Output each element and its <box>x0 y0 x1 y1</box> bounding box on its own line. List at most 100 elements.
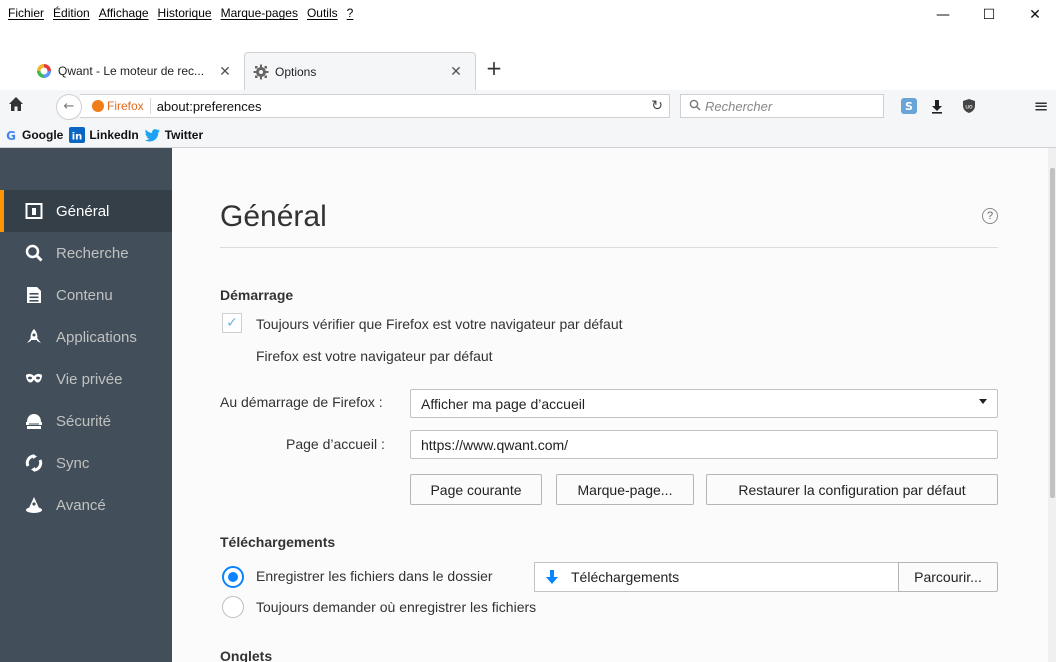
sidebar-item-label: Vie privée <box>56 370 123 388</box>
sidebar-item-label: Sécurité <box>56 412 112 430</box>
tab-qwant[interactable]: Qwant - Le moteur de rec... ✕ <box>28 52 244 90</box>
use-bookmark-button[interactable]: Marque-page... <box>556 474 694 505</box>
identity-label: Firefox <box>107 99 144 113</box>
minimize-button[interactable]: — <box>920 0 966 30</box>
restore-default-button[interactable]: Restaurer la configuration par défaut <box>706 474 998 505</box>
homepage-label: Page d’accueil : <box>286 436 385 452</box>
document-icon <box>24 286 44 304</box>
mask-icon <box>24 373 44 385</box>
svg-text:S: S <box>905 100 913 113</box>
menu-affichage[interactable]: Affichage <box>95 6 154 20</box>
download-folder-name: Téléchargements <box>571 569 680 585</box>
bookmark-label: Twitter <box>164 127 204 142</box>
nav-bar: Firefox about:preferences ↻ ← Rechercher… <box>0 90 1056 122</box>
twitter-bird-icon <box>144 128 161 142</box>
hamburger-menu-icon[interactable]: ≡ <box>1030 96 1052 117</box>
menu-items: Fichier Édition Affichage Historique Mar… <box>4 6 358 20</box>
tab-title: Qwant - Le moteur de rec... <box>58 64 205 78</box>
preferences-sidebar: Général Recherche Contenu Applications V… <box>0 148 172 662</box>
page-title: Général <box>220 200 327 233</box>
save-to-folder-radio[interactable] <box>222 566 244 588</box>
section-heading-downloads: Téléchargements <box>220 534 336 550</box>
sidebar-item-securite[interactable]: Sécurité <box>0 400 172 442</box>
sidebar-item-label: Sync <box>56 454 90 472</box>
identity-box[interactable]: Firefox <box>80 98 151 114</box>
sidebar-item-label: Applications <box>56 328 137 346</box>
scrollbar-thumb[interactable] <box>1050 168 1055 498</box>
help-icon[interactable]: ? <box>982 208 998 224</box>
sidebar-item-contenu[interactable]: Contenu <box>0 274 172 316</box>
check-default-label[interactable]: Toujours vérifier que Firefox est votre … <box>256 316 623 332</box>
menu-fichier[interactable]: Fichier <box>4 6 49 20</box>
firefox-icon <box>92 100 104 112</box>
sidebar-item-avance[interactable]: Avancé <box>0 484 172 526</box>
sidebar-item-recherche[interactable]: Recherche <box>0 232 172 274</box>
menu-outils[interactable]: Outils <box>303 6 343 20</box>
rocket-icon <box>24 328 44 346</box>
bookmark-label: LinkedIn <box>89 127 139 142</box>
preferences-pane: Général ? Démarrage ✓ Toujours vérifier … <box>172 148 1048 662</box>
search-placeholder: Rechercher <box>705 98 773 114</box>
home-icon[interactable] <box>8 96 24 117</box>
on-start-select[interactable]: Afficher ma page d’accueil <box>410 389 998 418</box>
url-bar[interactable]: Firefox about:preferences ↻ <box>80 94 670 118</box>
sidebar-item-sync[interactable]: Sync <box>0 442 172 484</box>
url-text[interactable]: about:preferences <box>151 99 262 114</box>
tab-strip: Qwant - Le moteur de rec... ✕ Options ✕ … <box>0 44 1056 90</box>
menu-help[interactable]: ? <box>343 6 359 20</box>
gear-icon <box>253 64 269 80</box>
search-icon <box>24 244 44 262</box>
download-arrow-icon <box>545 569 559 585</box>
qwant-favicon-icon <box>36 63 52 79</box>
bookmark-twitter[interactable]: Twitter <box>144 127 204 142</box>
menu-marque-pages[interactable]: Marque-pages <box>217 6 303 20</box>
new-tab-button[interactable]: + <box>482 56 506 80</box>
section-heading-startup: Démarrage <box>220 287 294 303</box>
menu-edition[interactable]: Édition <box>49 6 95 20</box>
wizard-icon <box>24 496 44 514</box>
divider <box>220 247 998 248</box>
homepage-input[interactable]: https://www.qwant.com/ <box>410 430 998 459</box>
menu-bar: Fichier Édition Affichage Historique Mar… <box>0 0 1056 44</box>
use-current-page-button[interactable]: Page courante <box>410 474 542 505</box>
tab-close-icon[interactable]: ✕ <box>447 63 465 80</box>
search-bar[interactable]: Rechercher <box>680 94 884 118</box>
sidebar-item-label: Recherche <box>56 244 129 262</box>
sidebar-item-general[interactable]: Général <box>0 190 172 232</box>
homepage-value: https://www.qwant.com/ <box>421 436 569 453</box>
menu-historique[interactable]: Historique <box>154 6 217 20</box>
sync-icon <box>24 454 44 472</box>
lock-icon <box>24 412 44 430</box>
reload-icon[interactable]: ↻ <box>651 98 663 114</box>
save-to-folder-label[interactable]: Enregistrer les fichiers dans le dossier <box>256 568 493 584</box>
section-heading-tabs: Onglets <box>220 648 273 662</box>
tab-options[interactable]: Options ✕ <box>244 52 476 90</box>
default-browser-status: Firefox est votre navigateur par défaut <box>256 348 493 364</box>
skype-extension-icon[interactable]: S <box>898 96 920 116</box>
close-window-button[interactable]: ✕ <box>1012 0 1056 30</box>
sidebar-item-vie-privee[interactable]: Vie privée <box>0 358 172 400</box>
browse-button[interactable]: Parcourir... <box>898 562 998 592</box>
check-default-checkbox[interactable]: ✓ <box>222 313 242 333</box>
chevron-down-icon <box>979 399 987 404</box>
always-ask-label[interactable]: Toujours demander où enregistrer les fic… <box>256 599 536 615</box>
general-icon <box>24 202 44 220</box>
always-ask-radio[interactable] <box>222 596 244 618</box>
tab-title: Options <box>275 64 317 79</box>
bookmark-label: Google <box>22 127 64 142</box>
on-start-label: Au démarrage de Firefox : <box>220 394 383 410</box>
ublock-shield-icon[interactable]: uo <box>958 96 980 116</box>
tab-close-icon[interactable]: ✕ <box>216 63 234 80</box>
bookmark-linkedin[interactable]: in LinkedIn <box>69 126 139 143</box>
bookmark-google[interactable]: G Google <box>4 128 63 142</box>
linkedin-icon: in <box>69 126 86 143</box>
search-icon <box>689 99 701 114</box>
svg-text:G: G <box>6 129 16 142</box>
svg-text:uo: uo <box>965 104 973 111</box>
download-icon[interactable] <box>926 96 948 116</box>
sidebar-item-label: Avancé <box>56 496 106 514</box>
maximize-button[interactable]: ☐ <box>966 0 1012 30</box>
back-button[interactable]: ← <box>56 94 82 120</box>
svg-text:in: in <box>72 131 83 142</box>
sidebar-item-applications[interactable]: Applications <box>0 316 172 358</box>
